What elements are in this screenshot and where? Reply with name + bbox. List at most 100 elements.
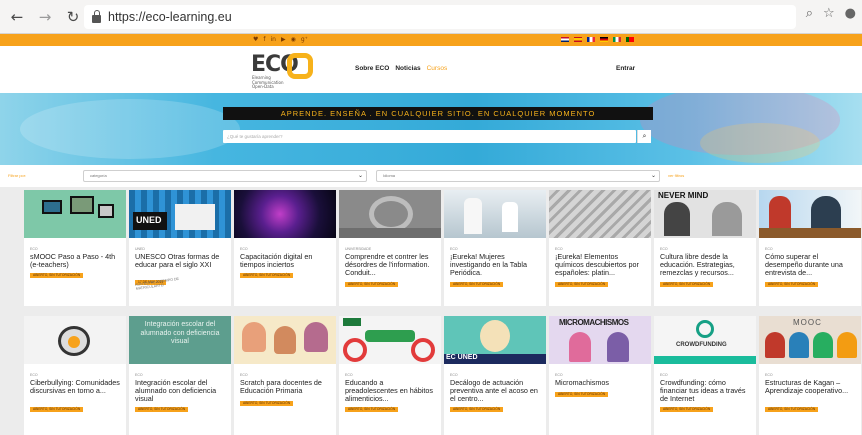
flag-de-icon[interactable] bbox=[600, 37, 608, 42]
forward-icon[interactable]: → bbox=[34, 6, 56, 28]
twitter-icon[interactable]: ♥ bbox=[253, 34, 258, 46]
rss-icon[interactable]: ◉ bbox=[291, 34, 296, 46]
social-links: ♥ f in ▶ ◉ g⁺ bbox=[253, 34, 308, 46]
course-title: ¡Eureka! Mujeres investigando en la Tabl… bbox=[450, 252, 527, 277]
chevron-down-icon: ⌄ bbox=[650, 173, 656, 179]
back-icon[interactable]: ← bbox=[6, 6, 28, 28]
status-badge: ABIERTO, SIN TUTORIZACIÓN bbox=[30, 407, 84, 412]
course-image bbox=[339, 190, 441, 238]
course-provider: ECO bbox=[450, 247, 458, 251]
course-card[interactable]: NEVER MIND ECO Cultura libre desde la ed… bbox=[654, 190, 756, 306]
status-badge: ABIERTO, SIN TUTORIZACIÓN bbox=[345, 282, 399, 287]
chevron-down-icon: ⌄ bbox=[357, 173, 363, 179]
course-image bbox=[234, 190, 336, 238]
status-badge: ABIERTO, SIN TUTORIZACIÓN bbox=[765, 407, 819, 412]
status-badge: ABIERTO, SIN TUTORIZACIÓN bbox=[240, 273, 294, 278]
status-badge: ABIERTO, SIN TUTORIZACIÓN bbox=[660, 407, 714, 412]
language-flags bbox=[561, 37, 634, 42]
course-card[interactable]: CROWDFUNDING ECO Crowdfunding: cómo fina… bbox=[654, 316, 756, 435]
flag-it-icon[interactable] bbox=[613, 37, 621, 42]
hero-banner: APRENDE. ENSEÑA . EN CUALQUIER SITIO. EN… bbox=[0, 93, 862, 165]
reload-icon[interactable]: ↻ bbox=[62, 6, 84, 28]
status-badge: ABIERTO, SIN TUTORIZACIÓN bbox=[30, 273, 84, 278]
course-card[interactable]: ECO sMOOC Paso a Paso - 4th (e-teachers)… bbox=[24, 190, 126, 306]
star-icon[interactable]: ☆ bbox=[823, 6, 835, 21]
hero-decoration bbox=[700, 123, 820, 163]
language-value: Idioma bbox=[383, 173, 396, 178]
course-card[interactable]: MICROMACHISMOS ECO Micromachismos ABIERT… bbox=[549, 316, 651, 435]
address-bar[interactable]: https://eco-learning.eu bbox=[84, 5, 796, 29]
course-image bbox=[444, 190, 546, 238]
profile-icon[interactable]: ● bbox=[845, 6, 856, 21]
flag-fr-icon[interactable] bbox=[587, 37, 595, 42]
course-card[interactable]: Integración escolar del alumnado con def… bbox=[129, 316, 231, 435]
course-title: Decálogo de actuación preventiva ante el… bbox=[450, 378, 538, 403]
youtube-icon[interactable]: ▶ bbox=[281, 34, 286, 46]
course-title: Educando a preadolescentes en hábitos al… bbox=[345, 378, 433, 403]
image-caption: Integración escolar del alumnado con def… bbox=[140, 321, 220, 345]
course-image: MOOC bbox=[759, 316, 861, 364]
site-header: ECO Elearning Communication Open-Data So… bbox=[0, 46, 862, 93]
browser-actions: ⌕ ☆ ● bbox=[806, 6, 862, 21]
course-provider: ECO bbox=[30, 247, 38, 251]
status-badge: ABIERTO, SIN TUTORIZACIÓN bbox=[240, 401, 294, 406]
course-provider: ECO bbox=[660, 247, 668, 251]
course-card[interactable]: ECO Ciberbullying: Comunidades discursiv… bbox=[24, 316, 126, 435]
google-plus-icon[interactable]: g⁺ bbox=[301, 34, 308, 46]
course-title: Ciberbullying: Comunidades discursivas e… bbox=[30, 378, 120, 395]
course-image bbox=[339, 316, 441, 364]
course-card[interactable]: ECO Capacitación digital en tiempos inci… bbox=[234, 190, 336, 306]
course-card[interactable]: EC UNED ECO Decálogo de actuación preven… bbox=[444, 316, 546, 435]
course-image bbox=[234, 316, 336, 364]
nav-noticias[interactable]: Noticias bbox=[395, 65, 420, 72]
course-search-input[interactable]: ¿Qué te gustaría aprender? bbox=[223, 130, 636, 143]
course-title: Estructuras de Kagan – Aprendizaje coope… bbox=[765, 378, 849, 395]
course-provider: UNED bbox=[135, 247, 145, 251]
language-select[interactable]: Idioma ⌄ bbox=[376, 170, 660, 182]
course-card[interactable]: ECO ¡Eureka! Mujeres investigando en la … bbox=[444, 190, 546, 306]
facebook-icon[interactable]: f bbox=[263, 34, 265, 46]
filter-bar: Filtrar por: categoría ⌄ Idioma ⌄ ver fi… bbox=[0, 165, 862, 187]
course-card[interactable]: ECO ¡Eureka! Elementos químicos descubie… bbox=[549, 190, 651, 306]
filter-label: Filtrar por: bbox=[8, 173, 27, 178]
course-card[interactable]: UNED UNED UNESCO Otras formas de educar … bbox=[129, 190, 231, 306]
linkedin-icon[interactable]: in bbox=[271, 34, 276, 46]
nav-cursos[interactable]: Cursos bbox=[427, 65, 448, 72]
course-image: NEVER MIND bbox=[654, 190, 756, 238]
category-select[interactable]: categoría ⌄ bbox=[83, 170, 367, 182]
more-filters-link[interactable]: ver filtros bbox=[668, 173, 684, 178]
course-image bbox=[24, 316, 126, 364]
course-provider: ECO bbox=[345, 373, 353, 377]
nav-sobre-eco[interactable]: Sobre ECO bbox=[355, 65, 389, 72]
flag-pt-icon[interactable] bbox=[626, 37, 634, 42]
login-link[interactable]: Entrar bbox=[616, 65, 635, 72]
course-provider: ECO bbox=[555, 373, 563, 377]
course-title: Crowdfunding: cómo financiar tus ideas a… bbox=[660, 378, 746, 403]
course-title: Micromachismos bbox=[555, 378, 609, 387]
status-badge: ABIERTO, SIN TUTORIZACIÓN bbox=[450, 407, 504, 412]
status-badge: ABIERTO, SIN TUTORIZACIÓN bbox=[135, 407, 189, 412]
course-image: UNED bbox=[129, 190, 231, 238]
zoom-icon[interactable]: ⌕ bbox=[806, 6, 813, 21]
course-card[interactable]: UNIVERSIDADE Comprendre et contrer les d… bbox=[339, 190, 441, 306]
flag-es-icon[interactable] bbox=[574, 37, 582, 42]
eco-logo[interactable]: ECO Elearning Communication Open-Data bbox=[251, 52, 321, 90]
course-card[interactable]: ECO Educando a preadolescentes en hábito… bbox=[339, 316, 441, 435]
category-value: categoría bbox=[90, 173, 107, 178]
course-title: Integración escolar del alumnado con def… bbox=[135, 378, 217, 403]
status-badge: ABIERTO, SIN TUTORIZACIÓN bbox=[660, 282, 714, 287]
flag-en-icon[interactable] bbox=[561, 37, 569, 42]
course-provider: ECO bbox=[240, 373, 248, 377]
course-image: MICROMACHISMOS bbox=[549, 316, 651, 364]
main-nav: Sobre ECO Noticias Cursos bbox=[355, 65, 447, 72]
course-card[interactable]: ECO Scratch para docentes de Educación P… bbox=[234, 316, 336, 435]
course-card[interactable]: MOOC ECO Estructuras de Kagan – Aprendiz… bbox=[759, 316, 861, 435]
course-provider: ECO bbox=[135, 373, 143, 377]
course-provider: ECO bbox=[765, 247, 773, 251]
course-card[interactable]: ECO Cómo superar el desempeño durante un… bbox=[759, 190, 861, 306]
search-icon[interactable]: ⌕ bbox=[637, 130, 651, 143]
course-title: ¡Eureka! Elementos químicos descubiertos… bbox=[555, 252, 639, 277]
course-title: Cultura libre desde la educación. Estrat… bbox=[660, 252, 735, 277]
crowdfunding-text: CROWDFUNDING bbox=[676, 342, 727, 348]
status-badge: ABIERTO, SIN TUTORIZACIÓN bbox=[555, 392, 609, 397]
